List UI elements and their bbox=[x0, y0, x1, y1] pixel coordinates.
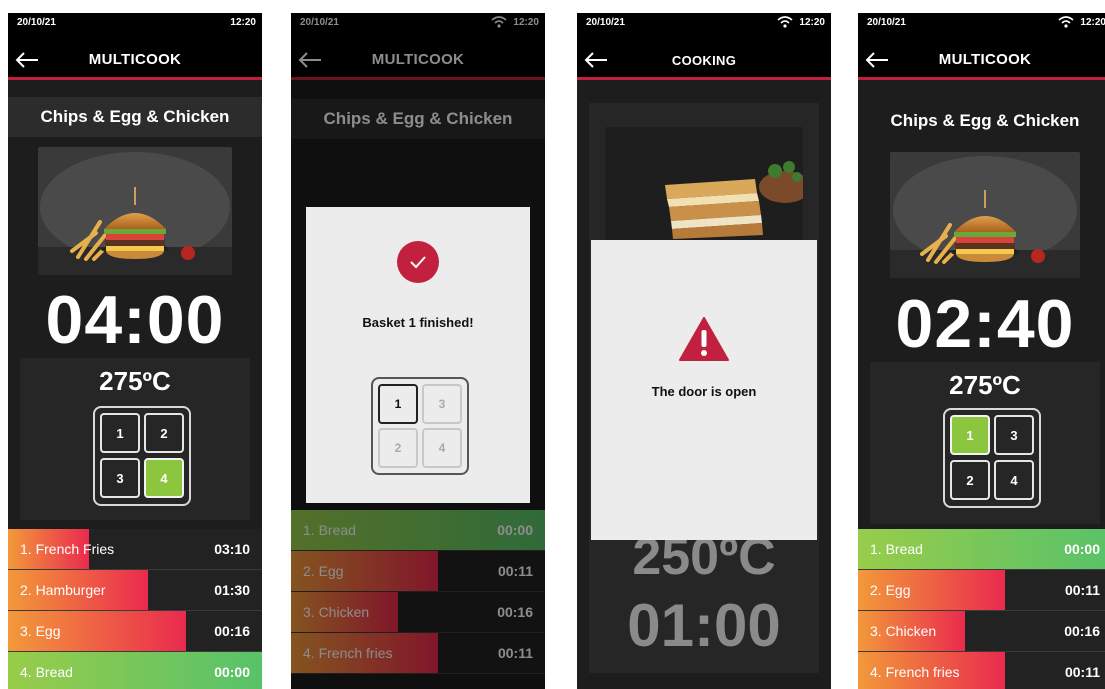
item-label: 1. Bread bbox=[870, 541, 923, 557]
temperature-panel: 275ºC 1 3 2 4 bbox=[870, 362, 1100, 524]
basket-selector: 1 3 2 4 bbox=[943, 408, 1041, 508]
basket-status-grid: 1 3 2 4 bbox=[371, 377, 469, 475]
wifi-icon bbox=[777, 16, 793, 28]
cooking-item-row[interactable]: 4. Bread 00:00 bbox=[8, 652, 262, 689]
temperature-readout: 275ºC bbox=[949, 370, 1021, 400]
status-date: 20/10/21 bbox=[867, 17, 906, 28]
burger-photo bbox=[38, 147, 232, 275]
burger-photo bbox=[890, 152, 1080, 278]
dialog-message: The door is open bbox=[651, 384, 757, 399]
item-label: 3. Chicken bbox=[870, 623, 937, 639]
nav-bar: MULTICOOK bbox=[8, 43, 262, 80]
warning-icon bbox=[679, 317, 729, 361]
item-label: 2. Egg bbox=[870, 582, 911, 598]
cooking-item-row[interactable]: 1. Bread 00:00 bbox=[858, 529, 1105, 570]
basket-3-indicator: 3 bbox=[422, 384, 462, 424]
basket-finished-dialog[interactable]: Basket 1 finished! 1 3 2 4 bbox=[306, 207, 530, 503]
status-bar: 20/10/21 12:20 bbox=[8, 13, 262, 43]
nav-bar: COOKING bbox=[577, 43, 831, 80]
page-title: MULTICOOK bbox=[88, 51, 182, 68]
basket-1-button[interactable]: 1 bbox=[100, 413, 140, 453]
item-time: 00:00 bbox=[214, 664, 250, 680]
basket-2-button[interactable]: 2 bbox=[950, 460, 990, 500]
basket-2-indicator: 2 bbox=[378, 428, 418, 468]
cooking-item-row[interactable]: 4. French fries 00:11 bbox=[858, 652, 1105, 689]
basket-selector: 1 2 3 4 bbox=[93, 406, 191, 506]
basket-1-button[interactable]: 1 bbox=[950, 415, 990, 455]
item-time: 03:10 bbox=[214, 541, 250, 557]
item-label: 3. Egg bbox=[20, 623, 61, 639]
cooking-item-row[interactable]: 2. Egg 00:11 bbox=[858, 570, 1105, 611]
status-bar: 20/10/21 12:20 bbox=[577, 13, 831, 43]
countdown-timer: 01:00 bbox=[627, 592, 781, 659]
screen-multicook-progress: 20/10/21 12:20 MULTICOOK Chips & Egg & C… bbox=[858, 13, 1105, 689]
item-label: 2. Hamburger bbox=[20, 582, 106, 598]
dialog-message: Basket 1 finished! bbox=[362, 315, 474, 330]
cooking-item-row[interactable]: 2. Hamburger 01:30 bbox=[8, 570, 262, 611]
basket-4-button[interactable]: 4 bbox=[144, 458, 184, 498]
status-time: 12:20 bbox=[1080, 17, 1105, 28]
item-time: 00:16 bbox=[214, 623, 250, 639]
sandwich-photo bbox=[605, 127, 803, 243]
wifi-icon bbox=[1058, 16, 1074, 28]
item-time: 00:16 bbox=[1064, 623, 1100, 639]
countdown-timer: 04:00 bbox=[45, 282, 225, 358]
cooking-item-list: 1. Bread 00:00 2. Egg 00:11 3. Chicken 00:16 4… bbox=[858, 529, 1105, 689]
basket-2-button[interactable]: 2 bbox=[144, 413, 184, 453]
item-label: 4. Bread bbox=[20, 664, 73, 680]
cooking-item-row[interactable]: 1. French Fries 03:10 bbox=[8, 529, 262, 570]
status-time: 12:20 bbox=[230, 17, 256, 28]
nav-bar: MULTICOOK bbox=[858, 43, 1105, 80]
screen-basket-finished: 20/10/21 12:20 MULTICOOK Chips & Egg & C… bbox=[291, 13, 545, 689]
page-title: MULTICOOK bbox=[938, 51, 1032, 68]
door-open-dialog[interactable]: The door is open bbox=[591, 240, 817, 540]
basket-4-button[interactable]: 4 bbox=[994, 460, 1034, 500]
basket-1-indicator: 1 bbox=[378, 384, 418, 424]
basket-3-button[interactable]: 3 bbox=[994, 415, 1034, 455]
item-time: 00:00 bbox=[1064, 541, 1100, 557]
basket-4-indicator: 4 bbox=[422, 428, 462, 468]
status-date: 20/10/21 bbox=[586, 17, 625, 28]
cooking-item-row[interactable]: 3. Chicken 00:16 bbox=[858, 611, 1105, 652]
page-title: COOKING bbox=[671, 53, 737, 68]
screen-multicook-running: 20/10/21 12:20 MULTICOOK Chips & Egg & C… bbox=[8, 13, 262, 689]
temperature-readout: 275ºC bbox=[99, 366, 171, 396]
item-time: 00:11 bbox=[1064, 582, 1100, 598]
temperature-panel: 275ºC 1 2 3 4 bbox=[20, 358, 250, 520]
item-label: 4. French fries bbox=[870, 664, 960, 680]
checkmark-icon bbox=[397, 241, 439, 283]
status-bar: 20/10/21 12:20 bbox=[858, 13, 1105, 43]
item-time: 01:30 bbox=[214, 582, 250, 598]
countdown-timer: 02:40 bbox=[895, 286, 1075, 362]
item-label: 1. French Fries bbox=[20, 541, 115, 557]
recipe-name: Chips & Egg & Chicken bbox=[890, 111, 1080, 130]
status-time: 12:20 bbox=[799, 17, 825, 28]
screen-cooking-door-open: 20/10/21 12:20 COOKING 250ºC 01:00 The d… bbox=[577, 13, 831, 689]
cooking-item-list: 1. French Fries 03:10 2. Hamburger 01:30 3. … bbox=[8, 529, 262, 689]
item-time: 00:11 bbox=[1064, 664, 1100, 680]
basket-3-button[interactable]: 3 bbox=[100, 458, 140, 498]
cooking-item-row[interactable]: 3. Egg 00:16 bbox=[8, 611, 262, 652]
status-date: 20/10/21 bbox=[17, 17, 56, 28]
recipe-name: Chips & Egg & Chicken bbox=[8, 97, 262, 137]
